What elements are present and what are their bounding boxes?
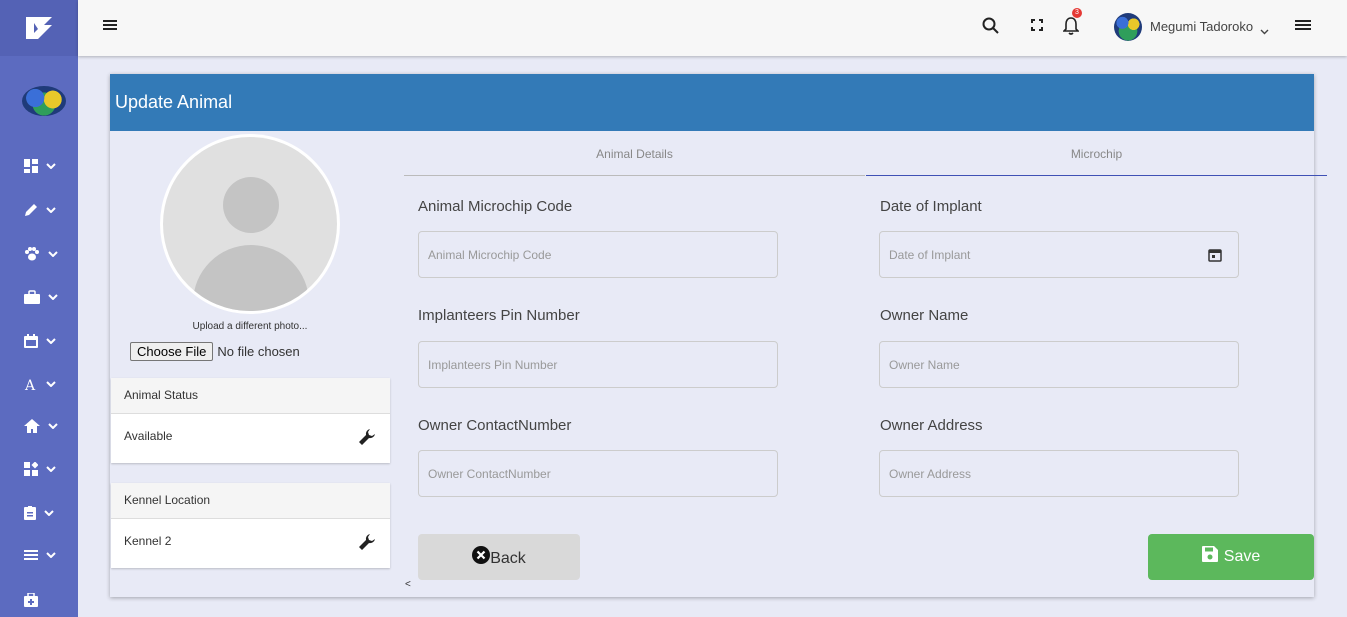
upload-photo-label: Upload a different photo... [192,321,308,332]
sidebar-item-edit[interactable] [24,200,68,220]
tab-microchip[interactable]: Microchip [866,131,1327,176]
owner-name-label: Owner Name [880,307,969,324]
sidebar-item-clipboard[interactable] [24,503,68,523]
animal-status-value: Available [124,429,173,443]
sidebar-item-home[interactable] [24,416,68,436]
bell-icon[interactable] [1062,16,1080,41]
chevron-down-icon [48,251,58,257]
sidebar-avatar[interactable] [22,86,66,116]
sidebar-item-list[interactable] [24,545,68,565]
wrench-icon[interactable] [357,427,377,450]
list-icon [24,550,38,560]
clipboard-icon [24,506,36,520]
choose-file-button[interactable]: Choose File [130,342,214,361]
card-header: Update Animal [110,74,1314,131]
scroll-left-arrow[interactable]: < [405,579,411,590]
chevron-down-icon [46,163,56,169]
animal-photo [160,134,340,314]
chevron-down-icon [44,510,54,516]
chevron-down-icon [48,294,58,300]
calendar-icon[interactable] [1208,248,1222,265]
sidebar-item-briefcase[interactable] [24,287,68,307]
owner-contact-input[interactable]: Owner ContactNumber [418,450,778,497]
date-of-implant-input[interactable]: Date of Implant [879,231,1239,278]
user-name[interactable]: Megumi Tadoroko [1150,19,1253,34]
dashboard-icon [24,159,38,173]
owner-contact-label: Owner ContactNumber [418,417,572,434]
animal-status-title: Animal Status [111,378,390,414]
chevron-down-icon [46,381,56,387]
floppy-disk-icon [1201,546,1218,562]
chevron-down-icon [48,423,58,429]
user-avatar[interactable] [1114,13,1142,41]
fullscreen-icon[interactable] [1030,18,1044,37]
sidebar-item-typography[interactable]: A [24,374,68,394]
page-title: Update Animal [115,92,233,112]
search-icon[interactable] [982,17,1000,40]
owner-address-input[interactable]: Owner Address [879,450,1239,497]
close-circle-icon [472,546,491,564]
wrench-icon[interactable] [357,532,377,555]
calendar-icon [24,334,38,348]
date-of-implant-label: Date of Implant [880,198,982,215]
chevron-down-icon [46,207,56,213]
briefcase-icon [24,290,40,304]
home-icon [24,419,40,433]
animal-status-panel: Animal Status Available [111,378,390,463]
back-button-label: Back [490,550,526,567]
sidebar-item-calendar[interactable] [24,331,68,351]
save-button-label: Save [1223,548,1261,565]
file-input[interactable]: Choose File No file chosen [130,342,300,361]
save-button[interactable]: Save [1148,534,1314,580]
logo-icon [26,17,52,39]
microchip-code-input[interactable]: Animal Microchip Code [418,231,778,278]
date-of-implant-placeholder: Date of Implant [889,248,971,262]
avatar-placeholder-icon [163,137,337,311]
file-status-text: No file chosen [217,344,300,359]
chevron-down-icon[interactable] [1260,22,1269,40]
notification-badge: 3 [1072,8,1082,18]
chevron-down-icon [46,466,56,472]
menu-icon[interactable] [1294,18,1312,37]
sidebar-item-dashboard[interactable] [24,156,68,176]
chevron-down-icon [46,338,56,344]
pin-number-label: Implanteers Pin Number [418,307,580,324]
hamburger-menu-icon[interactable] [102,18,120,37]
sidebar-item-animals[interactable] [24,244,68,264]
tab-animal-details[interactable]: Animal Details [404,131,865,176]
sidebar: A [0,0,78,617]
paw-icon [25,247,39,261]
microchip-code-label: Animal Microchip Code [418,198,573,215]
owner-name-input[interactable]: Owner Name [879,341,1239,388]
plus-case-icon [24,593,38,607]
sidebar-item-widgets[interactable] [24,459,68,479]
back-button[interactable]: Back [418,534,580,580]
app-logo[interactable] [0,0,78,56]
pencil-icon [25,204,37,216]
kennel-location-value: Kennel 2 [124,534,172,548]
kennel-location-title: Kennel Location [111,483,390,519]
font-icon: A [24,378,36,391]
top-bar: 3 Megumi Tadoroko [78,0,1347,56]
svg-text:A: A [24,378,36,391]
pin-number-input[interactable]: Implanteers Pin Number [418,341,778,388]
widgets-icon [24,462,38,476]
kennel-location-panel: Kennel Location Kennel 2 [111,483,390,568]
update-animal-card: Update Animal Upload a different photo..… [110,74,1327,597]
owner-address-label: Owner Address [880,417,983,434]
sidebar-item-medical[interactable] [24,590,68,610]
chevron-down-icon [46,552,56,558]
